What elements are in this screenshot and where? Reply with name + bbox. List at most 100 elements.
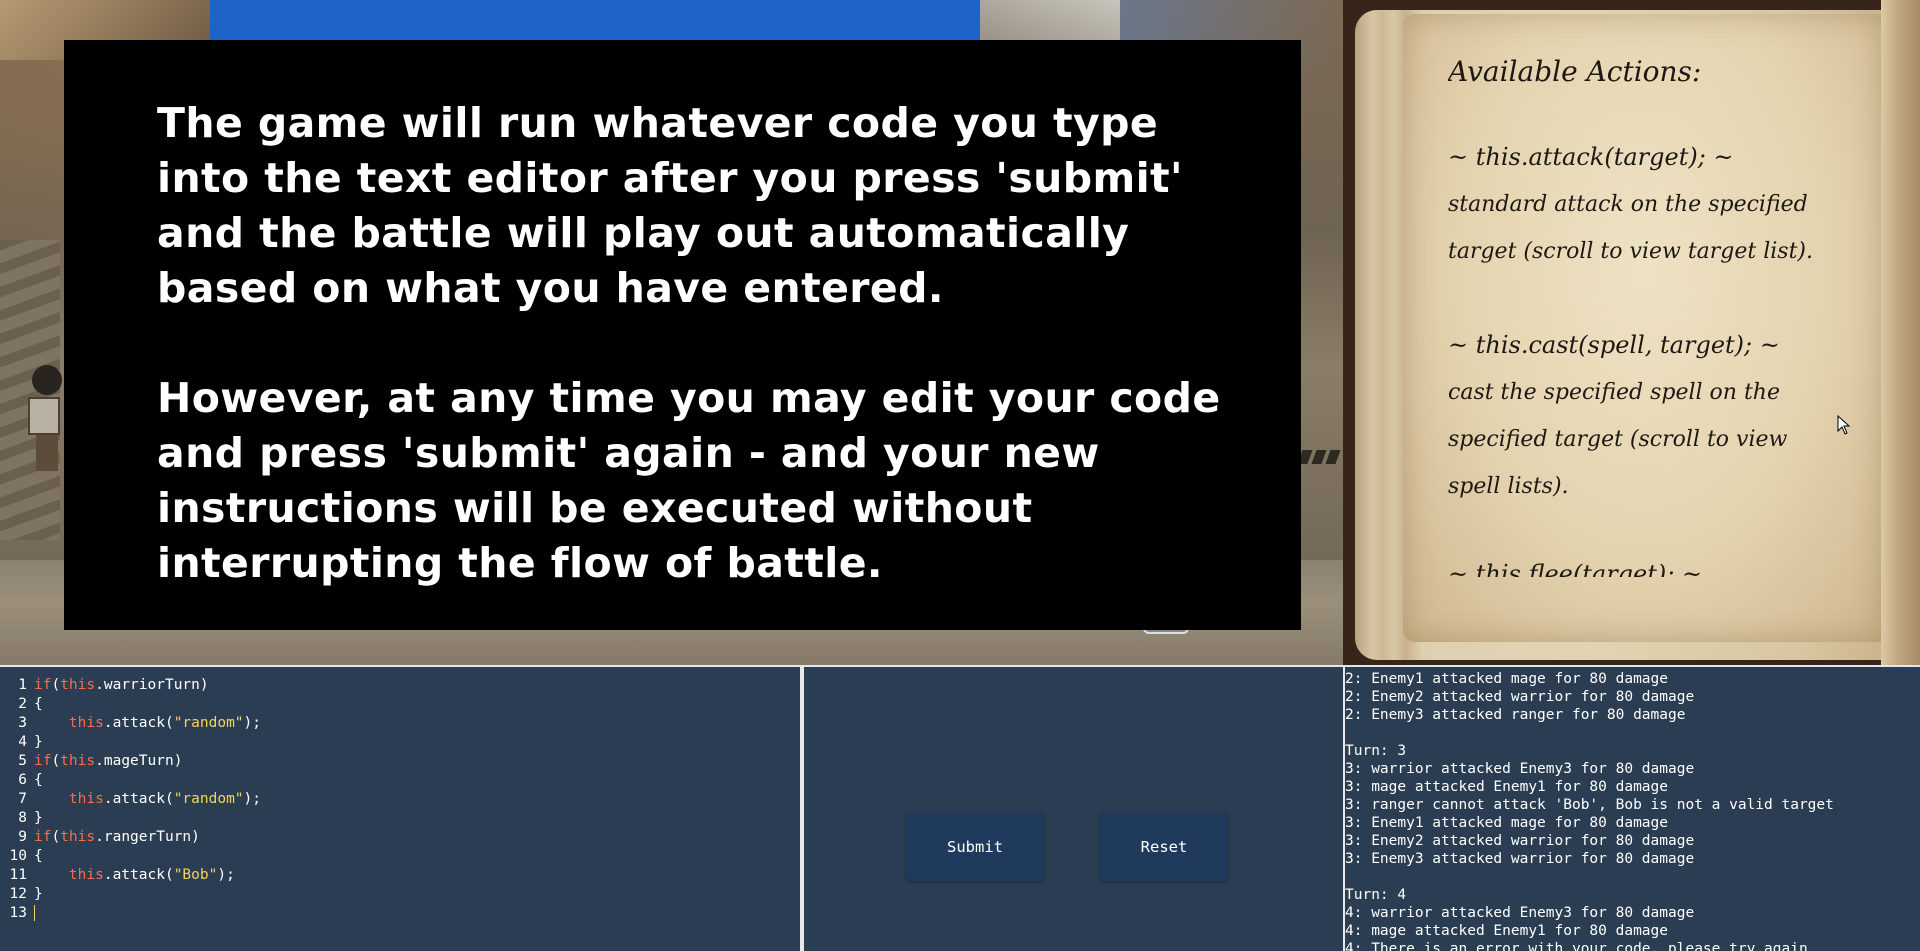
code-token: ); (243, 715, 261, 731)
text-caret (34, 905, 35, 921)
code-line[interactable]: 1 if(this.warriorTurn) (0, 676, 800, 695)
code-token: ); (217, 867, 235, 883)
code-string: "random" (173, 791, 244, 807)
code-lines[interactable]: 1 if(this.warriorTurn) 2{3 this.attack("ra… (0, 676, 800, 923)
code-line[interactable]: 6{ (0, 771, 800, 790)
action-description-line: specified target (scroll to view (1448, 427, 1788, 452)
battle-log-lines: 2: Enemy1 attacked mage for 80 damage 2: … (1345, 670, 1834, 951)
code-text[interactable]: if(this.rangerTurn) (34, 828, 200, 847)
code-text[interactable]: } (34, 885, 43, 904)
log-line: 3: warrior attacked Enemy3 for 80 damage (1345, 761, 1695, 777)
action-description-line: target (scroll to view target list). (1448, 239, 1814, 264)
controls-panel: Submit Reset (804, 667, 1343, 951)
code-line[interactable]: 13 (0, 904, 800, 923)
log-line: 4: mage attacked Enemy1 for 80 damage (1345, 923, 1669, 939)
code-line[interactable]: 2{ (0, 695, 800, 714)
log-spacer (1345, 868, 1834, 886)
log-line: 2: Enemy1 attacked mage for 80 damage (1345, 671, 1669, 687)
code-text[interactable]: } (34, 733, 43, 752)
actions-list: ~ this.attack(target); ~ standard attack … (1448, 134, 1818, 557)
code-token: .attack( (103, 791, 174, 807)
log-line: Turn: 3 (1345, 743, 1407, 759)
code-line[interactable]: 8} (0, 809, 800, 828)
log-line: 3: Enemy1 attacked mage for 80 damage (1345, 815, 1669, 831)
code-string: "random" (173, 715, 244, 731)
code-keyword: this (60, 677, 96, 693)
log-line: 2: Enemy2 attacked warrior for 80 damage (1345, 689, 1695, 705)
code-line[interactable]: 11 this.attack("Bob"); (0, 866, 800, 885)
code-line[interactable]: 10 { (0, 847, 800, 866)
code-line[interactable]: 7 this.attack("random"); (0, 790, 800, 809)
book-spine (1881, 0, 1920, 667)
code-line[interactable]: 5 if(this.mageTurn) (0, 752, 800, 771)
code-token: ); (243, 791, 261, 807)
action-spacer (1448, 510, 1818, 557)
code-keyword: if (34, 753, 52, 769)
action-signature: ~ this.cast(spell, target); ~ (1448, 331, 1780, 359)
code-text[interactable] (34, 904, 35, 923)
tutorial-overlay[interactable]: The game will run whatever code you type… (64, 40, 1301, 630)
mouse-cursor-icon (1837, 415, 1851, 435)
line-number: 9 (18, 829, 27, 845)
code-line[interactable]: 4} (0, 733, 800, 752)
reset-button[interactable]: Reset (1100, 813, 1228, 881)
log-line: 2: Enemy3 attacked ranger for 80 damage (1345, 707, 1686, 723)
code-text[interactable]: this.attack("Bob"); (34, 866, 235, 885)
code-keyword: this (60, 829, 96, 845)
code-text[interactable]: if(this.warriorTurn) (34, 676, 209, 695)
code-text[interactable]: this.attack("random"); (34, 790, 261, 809)
code-line[interactable]: 12} (0, 885, 800, 904)
code-line[interactable]: 3 this.attack("random"); (0, 714, 800, 733)
code-keyword: this (60, 753, 96, 769)
code-line[interactable]: 9 if(this.rangerTurn) (0, 828, 800, 847)
code-keyword: if (34, 677, 52, 693)
hero-sprite (26, 365, 62, 475)
line-number: 3 (18, 715, 27, 731)
code-token: .rangerTurn) (95, 829, 200, 845)
code-keyword: this (68, 715, 104, 731)
log-line: 4: warrior attacked Enemy3 for 80 damage (1345, 905, 1695, 921)
code-token: .warriorTurn) (95, 677, 209, 693)
code-keyword: if (34, 829, 52, 845)
code-text[interactable]: { (34, 847, 43, 866)
log-spacer (1345, 724, 1834, 742)
spell-book: Available Actions: ~ this.attack(target)… (1343, 0, 1920, 667)
log-line: Turn: 4 (1345, 887, 1407, 903)
tutorial-paragraph-1: The game will run whatever code you type… (157, 99, 1183, 312)
code-editor[interactable]: 1 if(this.warriorTurn) 2{3 this.attack("ra… (0, 667, 800, 951)
line-number: 4 (18, 734, 27, 750)
code-text[interactable]: this.attack("random"); (34, 714, 261, 733)
line-number: 8 (18, 810, 27, 826)
battle-log[interactable]: 2: Enemy1 attacked mage for 80 damage 2: … (1345, 667, 1920, 951)
code-token: } (34, 886, 43, 902)
code-keyword: this (68, 867, 104, 883)
log-line: 3: Enemy2 attacked warrior for 80 damage (1345, 833, 1695, 849)
action-description-line: cast the specified spell on the (1448, 380, 1780, 405)
code-text[interactable]: { (34, 695, 43, 714)
action-partial-line: ~ this.flee(target); ~ (1448, 560, 1703, 577)
code-text[interactable]: } (34, 809, 43, 828)
action-signature: ~ this.attack(target); ~ (1448, 143, 1734, 171)
code-token: } (34, 810, 43, 826)
submit-button[interactable]: Submit (906, 813, 1044, 881)
code-token: .mageTurn) (95, 753, 183, 769)
line-number: 12 (9, 886, 27, 902)
scene-sky (200, 0, 1020, 40)
code-token: ( (51, 677, 61, 693)
line-number: 1 (18, 677, 27, 693)
log-line: 3: Enemy3 attacked warrior for 80 damage (1345, 851, 1695, 867)
actions-scroll-area[interactable]: Available Actions: ~ this.attack(target)… (1448, 40, 1818, 580)
code-token: { (34, 848, 43, 864)
code-text[interactable]: { (34, 771, 43, 790)
code-keyword: this (68, 791, 104, 807)
actions-title: Available Actions: (1448, 55, 1702, 88)
code-token: } (34, 734, 43, 750)
code-token: .attack( (103, 715, 174, 731)
code-token: .attack( (103, 867, 174, 883)
code-text[interactable]: if(this.mageTurn) (34, 752, 182, 771)
code-token: { (34, 696, 43, 712)
line-number: 6 (18, 772, 27, 788)
log-line: 3: ranger cannot attack 'Bob', Bob is no… (1345, 797, 1834, 813)
